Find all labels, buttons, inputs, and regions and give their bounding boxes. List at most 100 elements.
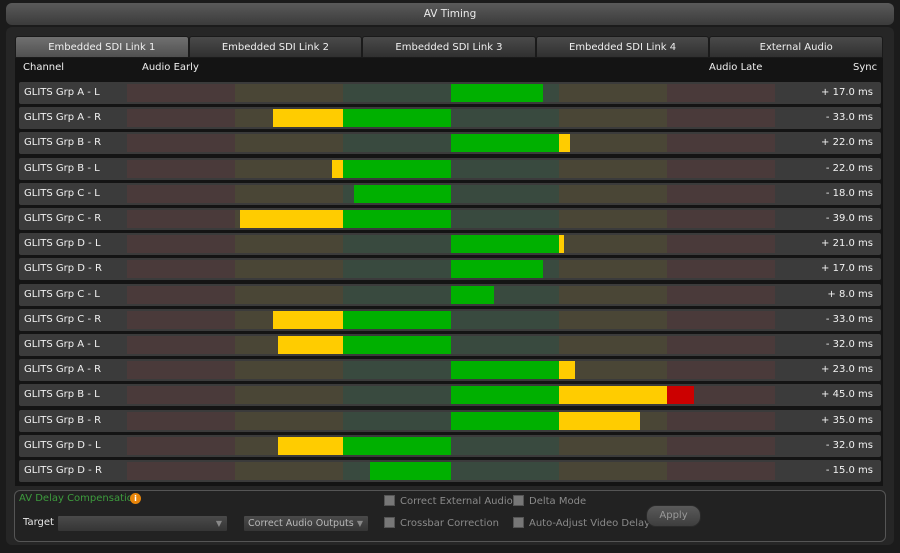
meter-zone	[667, 184, 775, 203]
meter-zone	[559, 462, 667, 480]
sync-value: + 45.0 ms	[821, 389, 873, 401]
sync-value: - 39.0 ms	[825, 213, 873, 224]
meter-bar	[559, 411, 640, 430]
sync-value: - 22.0 ms	[825, 162, 873, 174]
delta-mode-checkbox[interactable]	[513, 495, 524, 506]
sync-meter	[127, 235, 775, 254]
meter-bar	[343, 310, 451, 329]
meter-zone	[667, 109, 775, 128]
tab-bar: Embedded SDI Link 1 Embedded SDI Link 2 …	[15, 36, 883, 58]
tab-embedded-sdi-link-2[interactable]: Embedded SDI Link 2	[188, 36, 363, 58]
channel-name: GLITS Grp D - R	[24, 263, 102, 275]
meter-zone	[667, 159, 775, 178]
correct-external-audio-checkbox[interactable]	[384, 495, 395, 506]
meter-zone	[667, 285, 775, 304]
sync-meter	[127, 285, 775, 304]
meter-zone	[343, 361, 451, 380]
meter-bar	[332, 159, 343, 178]
target-label: Target	[23, 517, 54, 528]
meter-zone	[667, 411, 775, 430]
meter-zone	[667, 235, 775, 254]
meter-zone	[343, 235, 451, 254]
meter-bar	[667, 386, 694, 405]
meter-bar	[343, 109, 451, 128]
crossbar-correction-checkbox[interactable]	[384, 517, 395, 528]
meter-zone	[127, 210, 235, 228]
auto-adjust-video-delay-checkbox[interactable]	[513, 517, 524, 528]
meter-zone	[451, 462, 559, 480]
sync-meter	[127, 436, 775, 455]
meter-bar	[559, 134, 570, 153]
sync-value: + 23.0 ms	[821, 364, 873, 376]
meter-zone	[559, 361, 667, 380]
table-row: GLITS Grp C - R - 33.0 ms	[19, 308, 881, 331]
auto-adjust-video-delay-label: Auto-Adjust Video Delay	[529, 518, 651, 529]
target-dropdown[interactable]: ▼	[57, 515, 228, 532]
meter-zone	[667, 436, 775, 455]
meter-bar	[559, 361, 576, 380]
table-row: GLITS Grp A - L + 17.0 ms	[19, 82, 881, 104]
channel-name: GLITS Grp B - R	[24, 414, 102, 426]
av-delay-compensation-label: AV Delay Compensation	[19, 493, 140, 504]
meter-zone	[235, 285, 343, 304]
tab-embedded-sdi-link-3[interactable]: Embedded SDI Link 3	[362, 36, 536, 58]
meter-zone	[559, 336, 667, 354]
sync-value: - 33.0 ms	[825, 313, 873, 325]
table-row: GLITS Grp D - R - 15.0 ms	[19, 460, 881, 482]
meter-zone	[667, 336, 775, 354]
meter-zone	[559, 235, 667, 254]
meter-zone	[667, 134, 775, 153]
sync-value: + 8.0 ms	[827, 288, 873, 300]
chevron-down-icon: ▼	[356, 519, 363, 528]
channel-name: GLITS Grp A - R	[24, 112, 102, 124]
meter-zone	[127, 184, 235, 203]
meter-zone	[127, 84, 235, 102]
sync-value: + 17.0 ms	[821, 263, 873, 275]
meter-zone	[127, 235, 235, 254]
correct-audio-outputs-dropdown[interactable]: Correct Audio Outputs ▼	[243, 515, 369, 532]
tab-embedded-sdi-link-4[interactable]: Embedded SDI Link 4	[535, 36, 710, 58]
table-row: GLITS Grp C - L - 18.0 ms	[19, 182, 881, 205]
meter-zone	[559, 109, 667, 128]
meter-bar	[240, 210, 343, 228]
info-icon[interactable]: i	[130, 493, 141, 504]
table-row: GLITS Grp B - L - 22.0 ms	[19, 157, 881, 180]
meter-zone	[235, 184, 343, 203]
meter-zone	[235, 462, 343, 480]
table-row: GLITS Grp B - L + 45.0 ms	[19, 384, 881, 407]
chevron-down-icon: ▼	[215, 519, 222, 528]
sync-value: + 17.0 ms	[821, 87, 873, 98]
table-row: GLITS Grp A - R + 23.0 ms	[19, 359, 881, 382]
delta-mode-label: Delta Mode	[529, 496, 587, 507]
meter-zone	[343, 134, 451, 153]
meter-zone	[235, 84, 343, 102]
table-row: GLITS Grp D - L + 21.0 ms	[19, 233, 881, 256]
meter-zone	[127, 310, 235, 329]
correct-audio-outputs-value: Correct Audio Outputs	[248, 518, 354, 529]
header-channel: Channel	[23, 62, 65, 73]
meter-bar	[343, 436, 451, 455]
meter-bar	[370, 462, 451, 480]
meter-zone	[127, 260, 235, 279]
apply-button[interactable]: Apply	[646, 505, 701, 527]
meter-bar	[451, 84, 543, 102]
sync-meter	[127, 109, 775, 128]
meter-bar	[343, 210, 451, 228]
sync-value: - 32.0 ms	[825, 439, 873, 451]
meter-zone	[559, 210, 667, 228]
tab-external-audio[interactable]: External Audio	[709, 36, 883, 58]
meter-zone	[559, 310, 667, 329]
channel-name: GLITS Grp A - L	[24, 87, 100, 98]
meter-zone	[127, 411, 235, 430]
tab-embedded-sdi-link-1[interactable]: Embedded SDI Link 1	[15, 36, 189, 58]
meter-zone	[127, 134, 235, 153]
meter-zone	[235, 235, 343, 254]
header-audio-late: Audio Late	[709, 62, 763, 73]
channel-name: GLITS Grp C - R	[24, 213, 102, 224]
meter-zone	[127, 462, 235, 480]
channel-name: GLITS Grp D - L	[24, 439, 101, 451]
meter-zone	[343, 285, 451, 304]
table-row: GLITS Grp C - R - 39.0 ms	[19, 208, 881, 230]
sync-value: + 22.0 ms	[821, 137, 873, 149]
table-row: GLITS Grp B - R + 22.0 ms	[19, 132, 881, 155]
